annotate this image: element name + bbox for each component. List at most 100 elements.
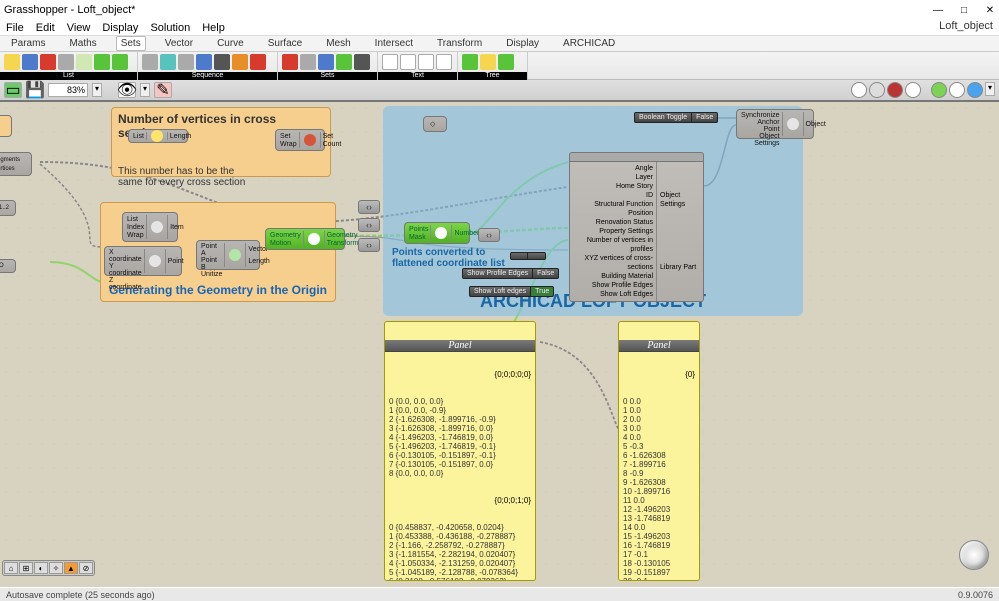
preview-dropdown-icon[interactable]: ▾ xyxy=(140,83,150,97)
list-icon[interactable] xyxy=(58,54,74,70)
menu-display[interactable]: Display xyxy=(102,22,138,34)
list-icon[interactable] xyxy=(4,54,20,70)
component-header[interactable] xyxy=(569,152,704,162)
right-tool-globe-icon[interactable] xyxy=(967,82,983,98)
menu-help[interactable]: Help xyxy=(202,22,225,34)
data-panel-left[interactable]: Panel {0;0;0;0;0} 0 {0.0, 0.0, 0.0} 1 {0… xyxy=(384,321,536,581)
tab-intersect[interactable]: Intersect xyxy=(370,36,418,51)
text-icon[interactable] xyxy=(418,54,434,70)
list-icon[interactable] xyxy=(94,54,110,70)
relay[interactable]: ‹› xyxy=(358,238,380,252)
open-file-icon[interactable]: ▭ xyxy=(4,82,22,98)
cluster-component[interactable]: ◇ xyxy=(423,116,447,132)
slider-handle[interactable] xyxy=(510,252,528,260)
text-icon[interactable] xyxy=(436,54,452,70)
sets-icon[interactable] xyxy=(318,54,334,70)
tree-icon[interactable] xyxy=(462,54,478,70)
synchronize-component[interactable]: SynchronizeAnchor PointObject Settings O… xyxy=(736,109,814,139)
seq-icon[interactable] xyxy=(196,54,212,70)
zoom-dropdown-icon[interactable]: ▾ xyxy=(92,83,102,97)
sets-icon[interactable] xyxy=(336,54,352,70)
widget-icon[interactable]: ⌂ xyxy=(4,562,18,574)
truncated-component[interactable]: 1..2 xyxy=(0,200,16,216)
sketch-icon[interactable]: ✎ xyxy=(154,82,172,98)
tree-icon[interactable] xyxy=(498,54,514,70)
text-icon[interactable] xyxy=(400,54,416,70)
tab-params[interactable]: Params xyxy=(6,36,50,51)
sets-icon[interactable] xyxy=(282,54,298,70)
list-item-component[interactable]: ListIndexWrap Item xyxy=(122,212,178,242)
number-slider[interactable] xyxy=(510,252,546,260)
window-controls: — □ ✕ xyxy=(933,5,995,15)
menu-file[interactable]: File xyxy=(6,22,24,34)
list-icon[interactable] xyxy=(76,54,92,70)
sets-icon[interactable] xyxy=(300,54,316,70)
data-panel-right[interactable]: Panel {0} 0 0.0 1 0.0 2 0.0 3 0.0 4 0.0 … xyxy=(618,321,700,581)
archicad-loft-component[interactable]: Angle Layer Home Story ID Structural Fun… xyxy=(569,152,704,280)
show-loft-edges-toggle[interactable]: Show Loft edges True xyxy=(469,286,554,297)
tab-curve[interactable]: Curve xyxy=(212,36,249,51)
widget-icon[interactable]: ◐ xyxy=(34,562,48,574)
widget-icon[interactable]: ✧ xyxy=(49,562,63,574)
right-tool-icon[interactable] xyxy=(869,82,885,98)
right-tool-icon[interactable] xyxy=(949,82,965,98)
close-button[interactable]: ✕ xyxy=(985,5,995,15)
tab-surface[interactable]: Surface xyxy=(263,36,307,51)
tab-display[interactable]: Display xyxy=(501,36,544,51)
menu-view[interactable]: View xyxy=(67,22,91,34)
truncated-component[interactable]: egmentsertices xyxy=(0,152,32,176)
relay[interactable]: ‹› xyxy=(478,228,500,242)
sets-icon[interactable] xyxy=(354,54,370,70)
tab-transform[interactable]: Transform xyxy=(432,36,487,51)
bool-value[interactable]: False xyxy=(692,112,718,123)
tab-archicad[interactable]: ARCHICAD xyxy=(558,36,620,51)
relay[interactable]: ‹› xyxy=(358,200,380,214)
widget-icon[interactable]: ⊞ xyxy=(19,562,33,574)
seq-icon[interactable] xyxy=(250,54,266,70)
seq-icon[interactable] xyxy=(214,54,230,70)
maximize-button[interactable]: □ xyxy=(959,5,969,15)
seq-icon[interactable] xyxy=(178,54,194,70)
move-component[interactable]: GeometryMotion GeometryTransform xyxy=(265,228,345,250)
value[interactable]: True xyxy=(531,286,554,297)
truncated-component[interactable]: O xyxy=(0,259,16,273)
right-tool-dropdown-icon[interactable]: ▾ xyxy=(985,82,995,96)
vector-2pt-component[interactable]: Point APoint BUnitize VectorLength xyxy=(196,240,260,270)
seq-icon[interactable] xyxy=(232,54,248,70)
tab-mesh[interactable]: Mesh xyxy=(321,36,355,51)
widget-icon[interactable]: ▲ xyxy=(64,562,78,574)
boolean-toggle[interactable]: Boolean Toggle False xyxy=(634,112,718,123)
canvas-compass[interactable] xyxy=(959,540,989,570)
right-tool-icon[interactable] xyxy=(931,82,947,98)
slider-track[interactable] xyxy=(528,252,546,260)
truncated-component[interactable]: s xyxy=(0,115,12,137)
text-icon[interactable] xyxy=(382,54,398,70)
widget-icon[interactable]: ⊘ xyxy=(79,562,93,574)
list-icon[interactable] xyxy=(40,54,56,70)
save-file-icon[interactable]: 💾 xyxy=(26,82,44,98)
zoom-input[interactable] xyxy=(48,83,88,97)
show-profile-edges-toggle[interactable]: Show Profile Edges False xyxy=(462,268,559,279)
menu-solution[interactable]: Solution xyxy=(150,22,190,34)
tab-vector[interactable]: Vector xyxy=(160,36,198,51)
tab-sets[interactable]: Sets xyxy=(116,36,146,51)
list-icon[interactable] xyxy=(22,54,38,70)
menu-edit[interactable]: Edit xyxy=(36,22,55,34)
right-tool-icon[interactable] xyxy=(905,82,921,98)
minimize-button[interactable]: — xyxy=(933,5,943,15)
tree-icon[interactable] xyxy=(480,54,496,70)
right-tool-icon[interactable] xyxy=(887,82,903,98)
tab-maths[interactable]: Maths xyxy=(64,36,101,51)
value[interactable]: False xyxy=(533,268,559,279)
seq-icon[interactable] xyxy=(142,54,158,70)
grasshopper-canvas[interactable]: ARCHICAD LOFT OBJECT Number of vertices … xyxy=(0,102,999,590)
preview-eye-icon[interactable]: 👁 xyxy=(118,82,136,98)
right-tool-icon[interactable] xyxy=(851,82,867,98)
create-set-component[interactable]: SetWrap SetCount xyxy=(275,129,325,151)
construct-point-component[interactable]: X coordinateY coordinateZ coordinate Poi… xyxy=(104,246,182,276)
relay[interactable]: ‹› xyxy=(358,218,380,232)
list-icon[interactable] xyxy=(112,54,128,70)
point-deconstruct-component[interactable]: PointsMask Numbers xyxy=(404,222,470,244)
list-length-component[interactable]: List Length xyxy=(128,129,188,143)
seq-icon[interactable] xyxy=(160,54,176,70)
